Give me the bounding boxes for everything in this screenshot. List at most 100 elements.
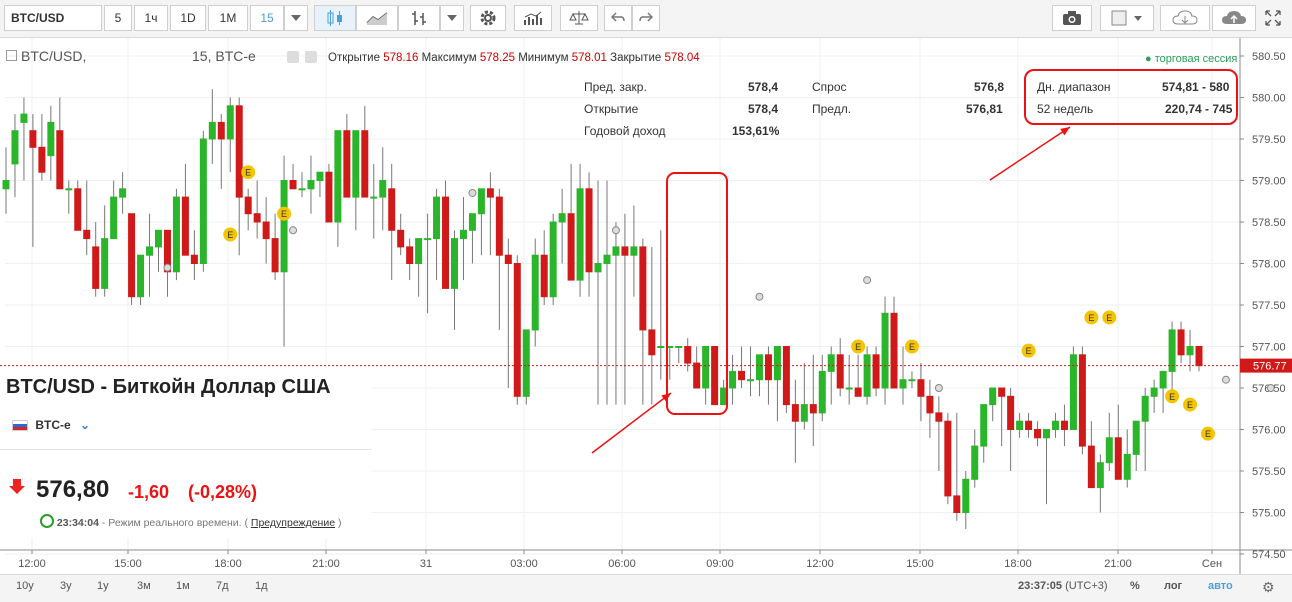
- clock-icon: [40, 514, 54, 528]
- interval-15-button[interactable]: 15: [250, 5, 284, 31]
- y-tick-label: 577.00: [1252, 342, 1286, 354]
- candle-body: [522, 329, 530, 397]
- camera-icon[interactable]: [1052, 5, 1092, 31]
- price-down-arrow-icon: [8, 478, 26, 499]
- candle-body: [1016, 420, 1024, 431]
- candles-icon[interactable]: [314, 5, 356, 31]
- cloud-load-icon[interactable]: [1160, 5, 1210, 31]
- undo-icon[interactable]: [604, 5, 632, 31]
- warning-link[interactable]: Предупреждение: [251, 517, 335, 529]
- y-tick-label: 575.50: [1252, 466, 1286, 478]
- x-tick-label: 09:00: [706, 558, 734, 570]
- stat-label: Открытие: [584, 102, 639, 116]
- interval-1m-button[interactable]: 1M: [208, 5, 248, 31]
- candle-body: [1141, 395, 1149, 422]
- candle-body: [1177, 329, 1185, 356]
- interval-1d-button[interactable]: 1D: [170, 5, 206, 31]
- exchange-label: BTC-e: [35, 418, 71, 432]
- x-tick-label: Сен: [1202, 558, 1222, 570]
- candle-body: [128, 213, 136, 298]
- range-button[interactable]: 1у: [97, 580, 109, 592]
- event-marker-label: E: [1169, 392, 1175, 402]
- data-point-marker: [1266, 384, 1275, 392]
- settings-gear-icon[interactable]: ⚙: [1262, 579, 1275, 596]
- range-button[interactable]: 10y: [16, 580, 34, 592]
- annotation-arrow-head: [1060, 127, 1070, 136]
- collapse-icon[interactable]: [6, 50, 17, 61]
- candle-body: [693, 362, 701, 389]
- candle-body: [424, 238, 432, 241]
- candle-body: [1195, 346, 1203, 367]
- data-point-marker: [468, 188, 477, 197]
- candle-body: [468, 213, 476, 231]
- symbol-input[interactable]: BTC/USD: [4, 5, 102, 31]
- line-chart-icon[interactable]: [356, 5, 398, 31]
- event-marker-label: E: [281, 209, 287, 219]
- range-button[interactable]: 7д: [216, 580, 229, 592]
- high-value: 578.25: [479, 52, 515, 64]
- legend-symbol: BTC/USD,: [21, 48, 87, 64]
- close-value: 578.04: [664, 52, 700, 64]
- candle-body: [540, 254, 548, 298]
- candle-body: [576, 188, 584, 281]
- flag-icon: [12, 420, 28, 432]
- candle-body: [773, 346, 781, 381]
- candle-body: [971, 445, 979, 480]
- candle-body: [433, 196, 441, 240]
- interval-1h-button[interactable]: 1ч: [134, 5, 168, 31]
- candle-body: [1123, 453, 1131, 480]
- stat-label: Предл.: [812, 102, 852, 116]
- auto-toggle[interactable]: авто: [1208, 580, 1233, 592]
- range-button[interactable]: 3м: [137, 580, 151, 592]
- candle-body: [1096, 462, 1104, 489]
- candle-body: [791, 404, 799, 422]
- session-label: торговая сессия: [1154, 53, 1238, 65]
- candle-body: [459, 229, 467, 240]
- percent-toggle[interactable]: %: [1130, 580, 1140, 592]
- candle-body: [782, 346, 790, 406]
- candle-body: [1150, 387, 1158, 397]
- fullscreen-icon[interactable]: [1258, 5, 1288, 31]
- candle-body: [567, 213, 575, 281]
- event-marker-label: E: [1205, 429, 1211, 439]
- range-button[interactable]: 3у: [60, 580, 72, 592]
- volume-icon[interactable]: [514, 5, 552, 31]
- candle-body: [253, 213, 261, 223]
- eye-icon[interactable]: [287, 51, 299, 63]
- candle-body: [953, 495, 961, 513]
- candle-body: [863, 354, 871, 397]
- x-tick-label: 18:00: [214, 558, 242, 570]
- bars-icon[interactable]: [398, 5, 440, 31]
- log-toggle[interactable]: лог: [1164, 580, 1182, 592]
- candle-body: [289, 180, 297, 190]
- candle-body: [235, 105, 243, 198]
- candle-body: [370, 196, 378, 199]
- status-time: 23:34:04: [56, 517, 99, 529]
- color-square-icon[interactable]: [1100, 5, 1154, 31]
- quote-title: BTC/USD - Биткойн Доллар США: [6, 376, 331, 398]
- candle-body: [29, 130, 37, 148]
- compare-icon[interactable]: [560, 5, 598, 31]
- candle-body: [119, 188, 127, 198]
- range-button[interactable]: 1м: [176, 580, 190, 592]
- realtime-status: 23:34:04 - Режим реального времени. ( Пр…: [40, 514, 341, 529]
- candle-body: [298, 188, 306, 191]
- candle-body: [1186, 346, 1194, 356]
- open-label: Открытие: [328, 52, 380, 64]
- data-point-marker: [755, 292, 764, 301]
- settings-icon[interactable]: [470, 5, 506, 31]
- annotation-arrow-head: [661, 393, 671, 402]
- interval-dropdown-icon[interactable]: [284, 5, 308, 31]
- settings-small-icon[interactable]: [305, 51, 317, 63]
- interval-5-button[interactable]: 5: [104, 5, 132, 31]
- redo-icon[interactable]: [632, 5, 660, 31]
- range-button[interactable]: 1д: [255, 580, 268, 592]
- candle-body: [1114, 437, 1122, 480]
- cloud-save-icon[interactable]: [1212, 5, 1256, 31]
- chart-type-dropdown-icon[interactable]: [440, 5, 464, 31]
- candle-body: [486, 188, 494, 198]
- candle-body: [962, 478, 970, 513]
- chevron-down-icon: ⌄: [80, 418, 91, 432]
- ohlc-readout: Открытие 578.16 Максимум 578.25 Минимум …: [328, 52, 700, 64]
- exchange-selector[interactable]: BTC-e ⌄: [12, 418, 90, 432]
